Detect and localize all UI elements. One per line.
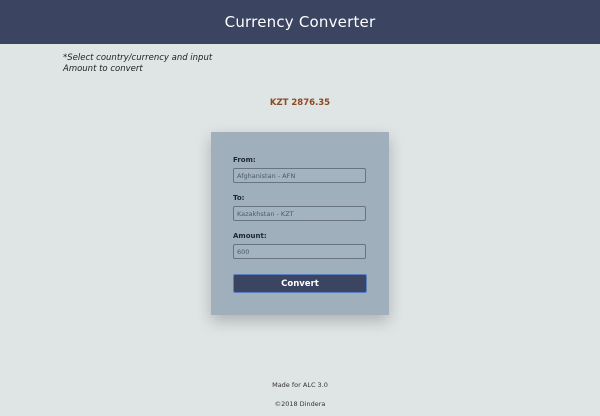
footer-made-for: Made for ALC 3.0 — [272, 381, 328, 389]
app-title: Currency Converter — [224, 13, 376, 31]
conversion-result: KZT 2876.35 — [269, 98, 331, 108]
instructions-text: *Select country/currency and input Amoun… — [63, 53, 213, 74]
convert-button[interactable]: Convert — [233, 274, 367, 293]
from-label: From: — [233, 156, 256, 164]
footer-copyright: ©2018 Dindera — [274, 400, 326, 408]
app-header: Currency Converter — [0, 0, 600, 44]
converter-form: From: Afghanistan - AFN To: Kazakhstan -… — [211, 132, 389, 315]
to-label: To: — [233, 194, 245, 202]
amount-input[interactable]: 600 — [233, 244, 366, 259]
to-currency-select[interactable]: Kazakhstan - KZT — [233, 206, 366, 221]
amount-label: Amount: — [233, 232, 267, 240]
from-currency-select[interactable]: Afghanistan - AFN — [233, 168, 366, 183]
